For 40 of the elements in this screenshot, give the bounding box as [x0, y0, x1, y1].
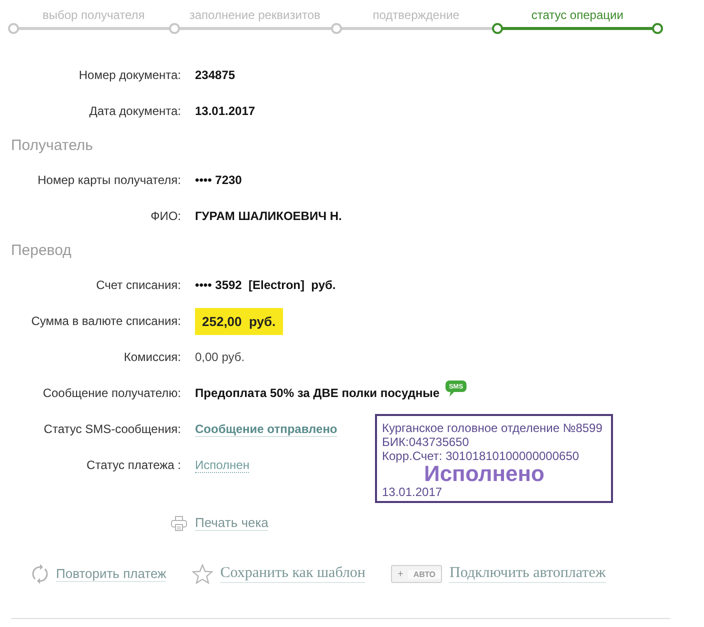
autopay-link[interactable]: Подключить автоплатеж: [449, 565, 606, 583]
stamp-date: 13.01.2017: [382, 485, 442, 499]
field-value: Предоплата 50% за ДВЕ полки посудные: [195, 386, 440, 400]
step-label: подтверждение: [372, 8, 460, 23]
step-label: заполнение реквизитов: [189, 8, 320, 23]
field-label: Номер документа:: [78, 68, 181, 82]
field-label: Комиссия:: [124, 350, 181, 364]
field-value: •••• 3592 [Electron] руб.: [195, 278, 336, 292]
section-heading: Получатель: [11, 137, 93, 154]
step-label: статус операции: [531, 8, 624, 23]
field-label: Номер карты получателя:: [38, 173, 181, 187]
field-label: Статус платежа :: [86, 458, 181, 472]
field-value: 234875: [195, 68, 236, 82]
amount-highlight: 252,00 руб.: [195, 308, 283, 334]
status-link[interactable]: Сообщение отправлено: [195, 422, 338, 436]
stamp-mark: Исполнено: [424, 463, 544, 485]
printer-icon: [171, 516, 187, 530]
stamp-text: Корр.Счет: 30101810100000000650: [382, 449, 580, 463]
print-receipt-link[interactable]: Печать чека: [195, 515, 268, 531]
repeat-payment-link[interactable]: Повторить платеж: [56, 566, 166, 582]
field-label: Сообщение получателю:: [42, 386, 181, 400]
field-label: ФИО:: [150, 209, 181, 223]
step-label: выбор получателя: [42, 8, 145, 23]
field-value: 13.01.2017: [195, 104, 256, 118]
stamp-text: БИК:043735650: [382, 435, 470, 449]
field-label: Сумма в валюте списания:: [31, 314, 181, 328]
field-value: ГУРАМ ШАЛИКОЕВИЧ Н.: [195, 209, 342, 223]
section-heading: Перевод: [11, 242, 72, 259]
field-value: 0,00 руб.: [195, 350, 245, 364]
field-value: •••• 7230: [195, 173, 242, 187]
save-template-link[interactable]: Сохранить как шаблон: [220, 565, 366, 583]
stamp-text: Курганское головное отделение №8599: [382, 421, 604, 435]
plus-sign: +: [396, 568, 404, 580]
badge-label: АВТО: [408, 570, 442, 578]
field-label: Дата документа:: [89, 104, 181, 118]
field-label: Счет списания:: [96, 278, 181, 292]
field-label: Статус SMS-сообщения:: [44, 422, 181, 436]
status-link[interactable]: Исполнен: [195, 458, 250, 472]
refresh-icon: [31, 563, 49, 585]
star-icon: [192, 564, 214, 584]
